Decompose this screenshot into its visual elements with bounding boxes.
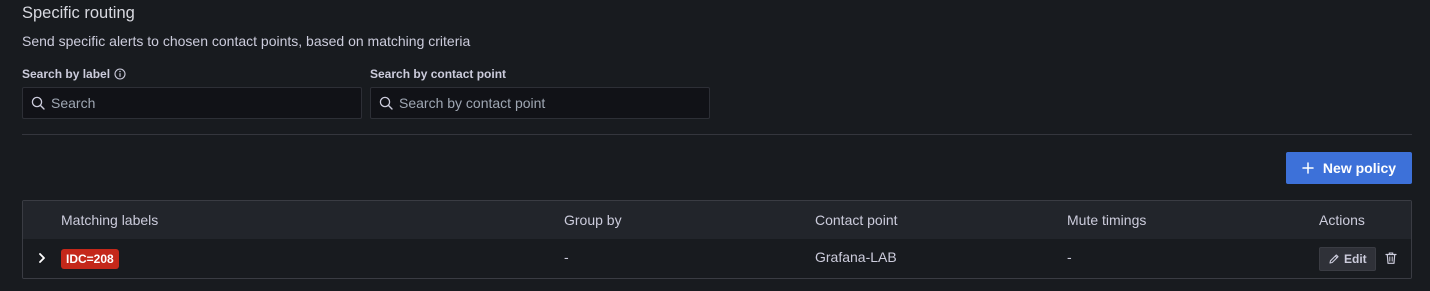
pen-icon <box>1328 253 1340 265</box>
mute-timings-cell: - <box>1067 249 1072 265</box>
edit-policy-button[interactable]: Edit <box>1319 247 1376 271</box>
table-header: Matching labels Group by Contact point M… <box>23 201 1411 239</box>
edit-label: Edit <box>1344 252 1367 266</box>
section-title: Specific routing <box>22 4 135 22</box>
trash-icon[interactable] <box>1383 250 1399 266</box>
column-header-actions: Actions <box>1319 212 1365 228</box>
matcher-label-badge: IDC=208 <box>61 249 119 269</box>
section-description: Send specific alerts to chosen contact p… <box>22 33 471 49</box>
search-by-contact-point-field[interactable] <box>370 87 710 119</box>
column-header-matching-labels: Matching labels <box>61 212 159 228</box>
search-by-label-label: Search by label <box>22 67 126 81</box>
search-by-contact-point-text: Search by contact point <box>370 67 507 81</box>
table-row: IDC=208 - Grafana-LAB - Edit <box>23 239 1411 278</box>
search-by-contact-point-label: Search by contact point <box>370 67 506 81</box>
chevron-right-icon[interactable] <box>35 251 49 265</box>
contact-point-cell: Grafana-LAB <box>815 249 897 265</box>
search-by-contact-point-input[interactable] <box>399 95 679 111</box>
column-header-group-by: Group by <box>564 212 622 228</box>
search-by-label-field[interactable] <box>22 87 362 119</box>
new-policy-label: New policy <box>1322 160 1397 176</box>
plus-icon <box>1302 162 1314 174</box>
search-by-label-input[interactable] <box>51 95 331 111</box>
group-by-cell: - <box>564 249 569 265</box>
policy-table: Matching labels Group by Contact point M… <box>22 200 1412 279</box>
section-divider <box>22 134 1412 135</box>
search-by-label-text: Search by label <box>22 67 111 81</box>
search-icon <box>31 96 45 110</box>
column-header-mute-timings: Mute timings <box>1067 212 1147 228</box>
new-policy-button[interactable]: New policy <box>1286 152 1412 184</box>
info-circle-icon[interactable] <box>114 68 126 80</box>
search-icon <box>379 96 393 110</box>
column-header-contact-point: Contact point <box>815 212 898 228</box>
